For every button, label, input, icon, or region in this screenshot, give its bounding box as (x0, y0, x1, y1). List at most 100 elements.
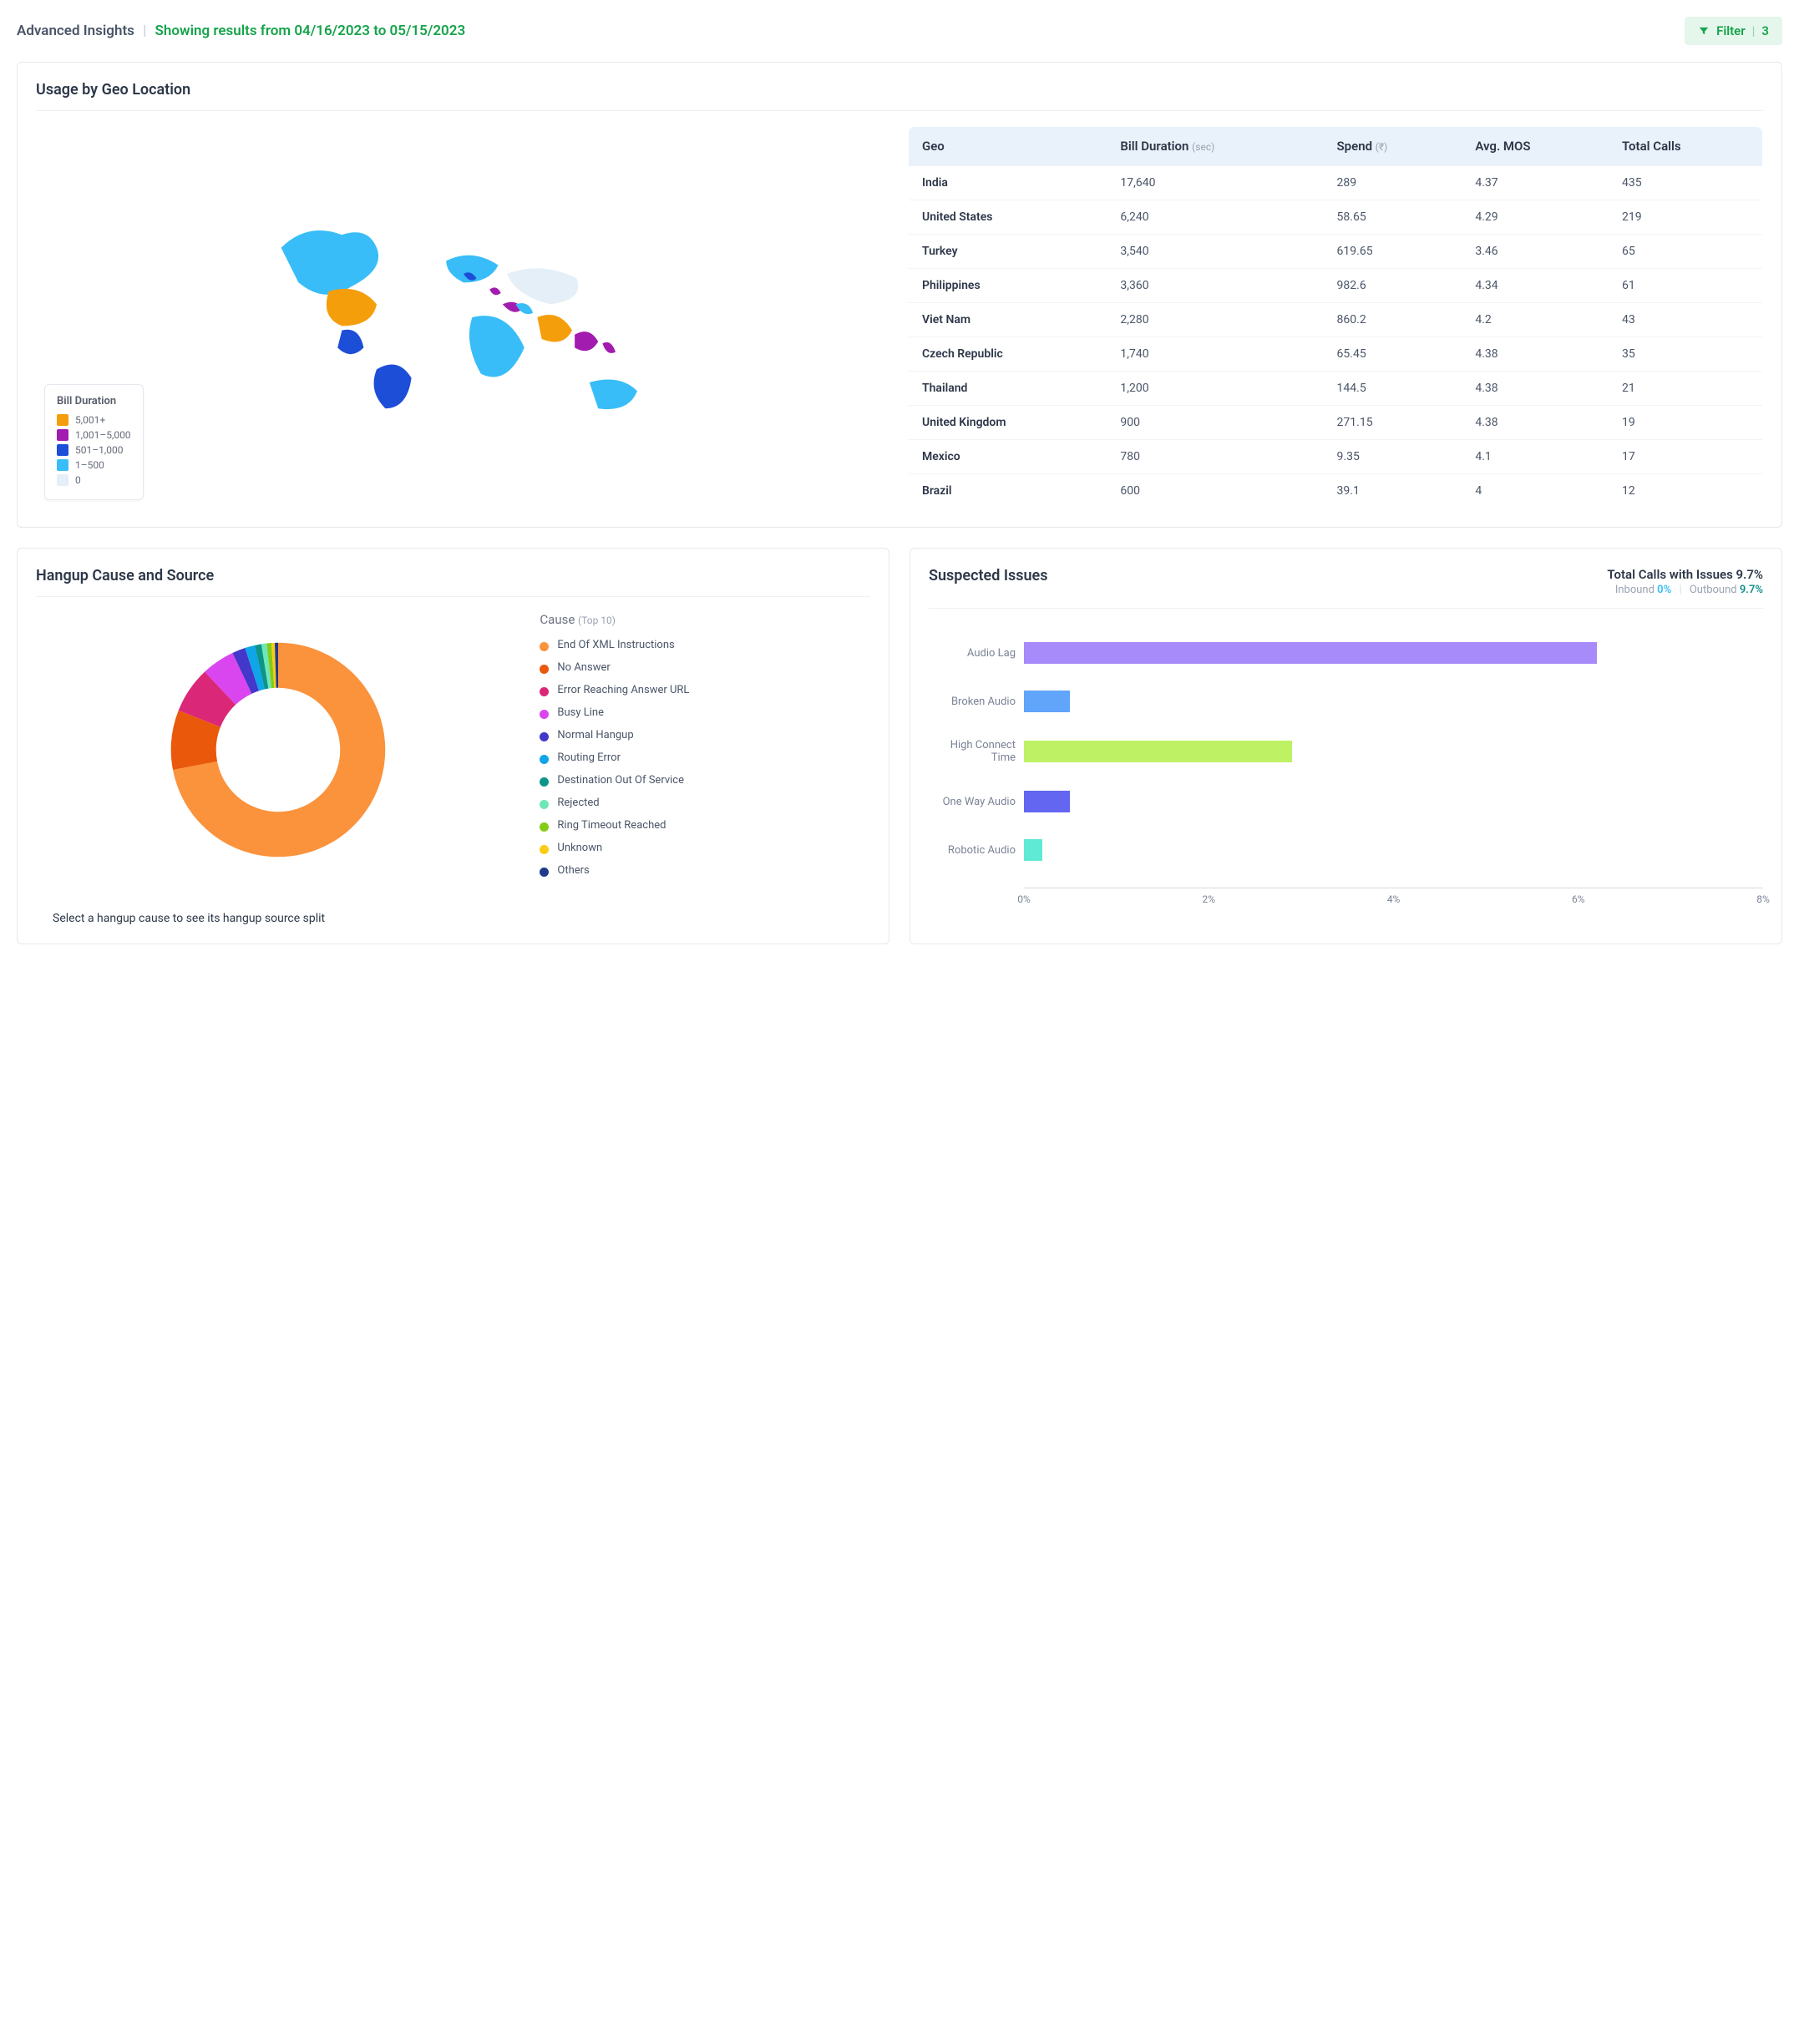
hangup-legend-item[interactable]: End Of XML Instructions (540, 639, 870, 651)
map-legend-item[interactable]: 501–1,000 (57, 444, 131, 456)
issues-card: Suspected Issues Total Calls with Issues… (910, 548, 1782, 944)
issues-total: Total Calls with Issues 9.7% (1607, 567, 1763, 582)
table-row[interactable]: Philippines3,360982.64.3461 (909, 269, 1763, 303)
hangup-legend-item[interactable]: Unknown (540, 842, 870, 854)
hangup-legend-item[interactable]: Others (540, 864, 870, 877)
legend-label: End Of XML Instructions (557, 639, 674, 651)
hangup-donut-chart[interactable] (165, 637, 391, 863)
hangup-legend-item[interactable]: Ring Timeout Reached (540, 819, 870, 832)
cell-mos: 3.46 (1462, 235, 1609, 269)
hangup-legend-item[interactable]: Rejected (540, 797, 870, 809)
cell-geo: United Kingdom (909, 406, 1107, 440)
cell-geo: India (909, 166, 1107, 200)
legend-label: Others (557, 864, 589, 877)
cell-mos: 4.2 (1462, 303, 1609, 337)
x-tick: 6% (1572, 893, 1585, 905)
legend-label: 501–1,000 (75, 444, 123, 456)
bar-row[interactable]: High Connect Time (932, 739, 1763, 764)
table-row[interactable]: United States6,24058.654.29219 (909, 200, 1763, 235)
issues-barchart[interactable]: Audio Lag Broken Audio High Connect Time On… (929, 642, 1763, 904)
cell-geo: Mexico (909, 440, 1107, 474)
geo-col-geo[interactable]: Geo (909, 127, 1107, 166)
issues-outbound-label: Outbound (1690, 584, 1737, 596)
bar-label: Broken Audio (932, 696, 1024, 708)
cell-calls: 35 (1609, 337, 1763, 372)
cell-bill: 3,540 (1107, 235, 1323, 269)
geo-col-spend[interactable]: Spend (₹) (1324, 127, 1462, 166)
legend-label: 5,001+ (75, 414, 105, 426)
bar-row[interactable]: Broken Audio (932, 691, 1763, 712)
geo-col-bill[interactable]: Bill Duration (sec) (1107, 127, 1323, 166)
hangup-legend-item[interactable]: Routing Error (540, 751, 870, 764)
bar-label: Robotic Audio (932, 844, 1024, 857)
table-row[interactable]: Czech Republic1,74065.454.3835 (909, 337, 1763, 372)
table-row[interactable]: India17,6402894.37435 (909, 166, 1763, 200)
bar-row[interactable]: Robotic Audio (932, 839, 1763, 861)
cell-geo: Czech Republic (909, 337, 1107, 372)
issues-inbound-label: Inbound (1615, 584, 1655, 596)
legend-label: Unknown (557, 842, 602, 854)
title-main: Advanced Insights (17, 23, 134, 39)
cell-spend: 982.6 (1324, 269, 1462, 303)
cell-bill: 1,200 (1107, 372, 1323, 406)
cell-geo: Viet Nam (909, 303, 1107, 337)
hangup-legend-item[interactable]: Busy Line (540, 706, 870, 719)
table-row[interactable]: Viet Nam2,280860.24.243 (909, 303, 1763, 337)
issues-x-axis: 0%2%4%6%8% (1024, 888, 1763, 904)
table-row[interactable]: Mexico7809.354.117 (909, 440, 1763, 474)
title-separator: | (143, 23, 146, 39)
cell-geo: United States (909, 200, 1107, 235)
cell-spend: 271.15 (1324, 406, 1462, 440)
cell-bill: 17,640 (1107, 166, 1323, 200)
map-legend-item[interactable]: 1,001–5,000 (57, 429, 131, 441)
cell-mos: 4.38 (1462, 337, 1609, 372)
bar-label: Audio Lag (932, 647, 1024, 660)
cell-mos: 4.1 (1462, 440, 1609, 474)
x-tick: 4% (1387, 893, 1401, 905)
bar-track (1024, 791, 1763, 812)
world-map[interactable]: Bill Duration 5,001+1,001–5,000501–1,000… (36, 126, 891, 508)
world-map-svg (246, 187, 681, 448)
bar-track (1024, 839, 1763, 861)
hangup-legend-item[interactable]: Normal Hangup (540, 729, 870, 741)
page-title: Advanced Insights | Showing results from… (17, 23, 465, 39)
geo-col-mos[interactable]: Avg. MOS (1462, 127, 1609, 166)
cell-calls: 61 (1609, 269, 1763, 303)
cell-bill: 6,240 (1107, 200, 1323, 235)
table-row[interactable]: Turkey3,540619.653.4665 (909, 235, 1763, 269)
map-legend-item[interactable]: 0 (57, 474, 131, 486)
legend-label: Busy Line (557, 706, 604, 719)
hangup-legend-item[interactable]: Destination Out Of Service (540, 774, 870, 787)
bar-fill (1024, 839, 1042, 861)
table-row[interactable]: Brazil60039.1412 (909, 474, 1763, 508)
filter-divider: | (1752, 23, 1756, 38)
geo-table: Geo Bill Duration (sec) Spend (₹) Avg. M… (908, 126, 1763, 508)
bar-row[interactable]: One Way Audio (932, 791, 1763, 812)
legend-label: Routing Error (557, 751, 621, 764)
filter-count: 3 (1761, 23, 1769, 38)
hangup-legend-item[interactable]: Error Reaching Answer URL (540, 684, 870, 696)
cell-calls: 17 (1609, 440, 1763, 474)
legend-swatch (540, 868, 549, 877)
bar-track (1024, 691, 1763, 712)
geo-col-calls[interactable]: Total Calls (1609, 127, 1763, 166)
cell-spend: 619.65 (1324, 235, 1462, 269)
table-row[interactable]: Thailand1,200144.54.3821 (909, 372, 1763, 406)
hangup-legend-item[interactable]: No Answer (540, 661, 870, 674)
legend-label: 1,001–5,000 (75, 429, 131, 441)
legend-swatch (57, 459, 68, 471)
hangup-legend-title: Cause (Top 10) (540, 612, 870, 627)
legend-swatch (540, 755, 549, 764)
bar-row[interactable]: Audio Lag (932, 642, 1763, 664)
cell-spend: 39.1 (1324, 474, 1462, 508)
map-legend-item[interactable]: 5,001+ (57, 414, 131, 426)
table-row[interactable]: United Kingdom900271.154.3819 (909, 406, 1763, 440)
map-legend-item[interactable]: 1–500 (57, 459, 131, 471)
cell-spend: 144.5 (1324, 372, 1462, 406)
legend-swatch (540, 822, 549, 832)
cell-mos: 4.29 (1462, 200, 1609, 235)
filter-label: Filter (1716, 23, 1746, 38)
cell-mos: 4.38 (1462, 372, 1609, 406)
legend-label: 0 (75, 474, 81, 486)
filter-button[interactable]: Filter | 3 (1685, 17, 1782, 45)
